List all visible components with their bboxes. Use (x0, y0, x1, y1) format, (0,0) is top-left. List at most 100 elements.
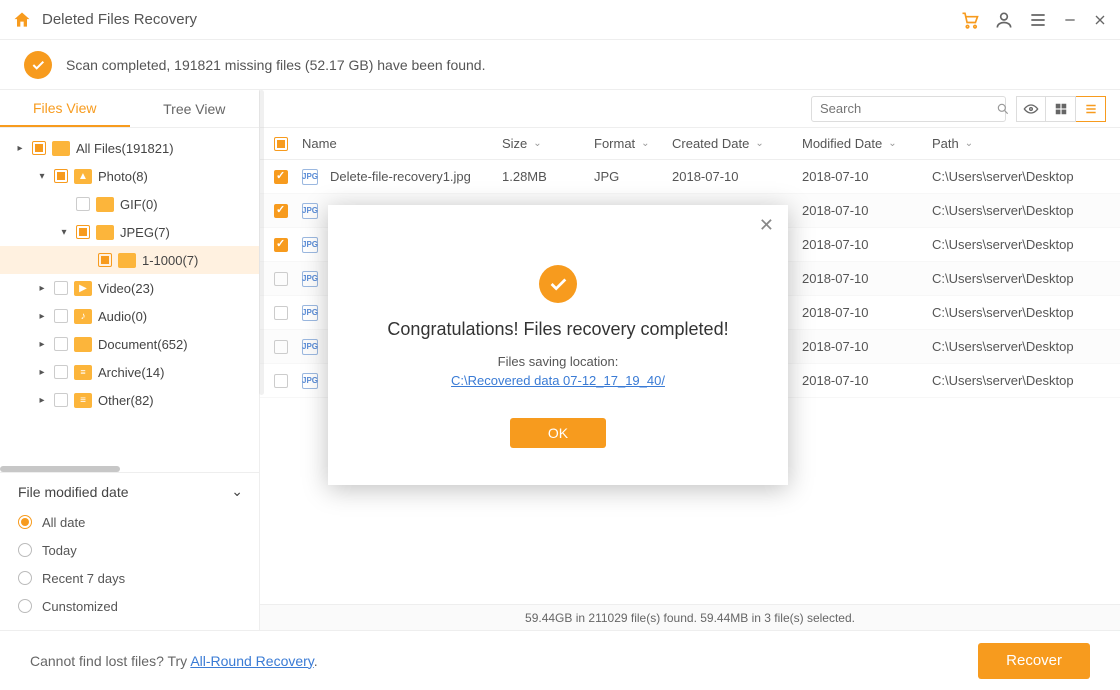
cell-path: C:\Users\server\Desktop (932, 237, 1074, 252)
tree-label: JPEG(7) (120, 225, 170, 240)
row-checkbox[interactable] (274, 272, 288, 286)
select-all-checkbox[interactable] (274, 137, 288, 151)
cell-mdate: 2018-07-10 (802, 373, 869, 388)
chevron-down-icon[interactable]: ⌄ (231, 483, 243, 500)
tree-label: All Files(191821) (76, 141, 174, 156)
radio[interactable] (18, 571, 32, 585)
recover-button[interactable]: Recover (978, 643, 1090, 679)
tree-item[interactable]: ▸≡Archive(14) (0, 358, 259, 386)
sidebar: Files View Tree View ▸ All Files(191821) ▾… (0, 90, 260, 630)
filter-panel: File modified date ⌄ All dateTodayRecent… (0, 472, 259, 630)
tree-item[interactable]: ▾▲Photo(8) (0, 162, 259, 190)
tree-label: Document(652) (98, 337, 188, 352)
col-name[interactable]: Name (302, 136, 337, 151)
row-checkbox[interactable] (274, 374, 288, 388)
col-format[interactable]: Format (594, 136, 635, 151)
filter-option[interactable]: All date (18, 508, 243, 536)
checkbox[interactable] (54, 169, 68, 183)
tree-item[interactable]: ▸▶Video(23) (0, 274, 259, 302)
radio[interactable] (18, 543, 32, 557)
titlebar: Deleted Files Recovery (0, 0, 1120, 40)
status-text: 59.44GB in 211029 file(s) found. 59.44MB… (525, 611, 855, 625)
user-icon[interactable] (994, 10, 1014, 30)
chevron-down-icon[interactable]: ⌄ (965, 138, 973, 149)
cell-mdate: 2018-07-10 (802, 271, 869, 286)
row-checkbox[interactable] (274, 306, 288, 320)
expand-icon[interactable]: ▸ (36, 395, 48, 406)
app-title: Deleted Files Recovery (42, 11, 960, 28)
expand-icon[interactable]: ▸ (36, 339, 48, 350)
row-checkbox[interactable] (274, 238, 288, 252)
radio[interactable] (18, 599, 32, 613)
checkbox[interactable] (76, 197, 90, 211)
col-modified[interactable]: Modified Date (802, 136, 882, 151)
filter-option[interactable]: Recent 7 days (18, 564, 243, 592)
ok-button[interactable]: OK (510, 418, 606, 448)
footer-suffix: . (314, 653, 318, 669)
banner-text: Scan completed, 191821 missing files (52… (66, 57, 485, 73)
scan-banner: Scan completed, 191821 missing files (52… (0, 40, 1120, 90)
chevron-down-icon[interactable]: ⌄ (641, 138, 649, 149)
tree-item[interactable]: ▸ Document(652) (0, 330, 259, 358)
list-view-icon[interactable] (1076, 96, 1106, 122)
filter-option[interactable]: Cunstomized (18, 592, 243, 620)
filter-option[interactable]: Today (18, 536, 243, 564)
minimize-icon[interactable] (1062, 12, 1078, 28)
expand-icon[interactable]: ▸ (36, 367, 48, 378)
cell-cdate: 2018-07-10 (672, 169, 739, 184)
checkbox[interactable] (54, 309, 68, 323)
cell-path: C:\Users\server\Desktop (932, 169, 1074, 184)
chevron-down-icon[interactable]: ⌄ (755, 138, 763, 149)
expand-icon[interactable]: ▸ (36, 311, 48, 322)
col-path[interactable]: Path (932, 136, 959, 151)
tab-files-view[interactable]: Files View (0, 90, 130, 127)
home-icon[interactable] (12, 10, 32, 30)
tree-item[interactable]: 1-1000(7) (0, 246, 259, 274)
search-input[interactable] (820, 101, 996, 116)
close-icon[interactable] (1092, 12, 1108, 28)
col-created[interactable]: Created Date (672, 136, 749, 151)
row-checkbox[interactable] (274, 340, 288, 354)
doc-icon (74, 337, 92, 352)
chevron-down-icon[interactable]: ⌄ (888, 138, 896, 149)
chevron-down-icon[interactable]: ⌄ (533, 138, 541, 149)
tree-item[interactable]: ▸≡Other(82) (0, 386, 259, 414)
cell-mdate: 2018-07-10 (802, 203, 869, 218)
expand-icon[interactable]: ▾ (36, 171, 48, 182)
menu-icon[interactable] (1028, 10, 1048, 30)
tree-item[interactable]: ▾ JPEG(7) (0, 218, 259, 246)
checkbox[interactable] (54, 393, 68, 407)
close-icon[interactable]: ✕ (759, 215, 774, 236)
tree-item[interactable]: GIF(0) (0, 190, 259, 218)
search-icon[interactable] (996, 102, 1010, 116)
expand-icon[interactable]: ▸ (36, 283, 48, 294)
saving-location-link[interactable]: C:\Recovered data 07-12_17_19_40/ (451, 373, 665, 388)
tree-item[interactable]: ▸ All Files(191821) (0, 134, 259, 162)
checkbox[interactable] (54, 365, 68, 379)
file-tree: ▸ All Files(191821) ▾▲Photo(8)GIF(0) ▾ JPEG(… (0, 128, 259, 462)
tree-item[interactable]: ▸♪Audio(0) (0, 302, 259, 330)
row-checkbox[interactable] (274, 170, 288, 184)
checkbox[interactable] (54, 337, 68, 351)
tree-label: 1-1000(7) (142, 253, 198, 268)
radio[interactable] (18, 515, 32, 529)
checkbox[interactable] (76, 225, 90, 239)
tab-tree-view[interactable]: Tree View (130, 90, 260, 127)
check-icon (24, 51, 52, 79)
checkbox[interactable] (32, 141, 46, 155)
expand-icon[interactable]: ▾ (58, 227, 70, 238)
cell-path: C:\Users\server\Desktop (932, 203, 1074, 218)
search-box[interactable] (811, 96, 1006, 122)
folder-icon (96, 225, 114, 240)
checkbox[interactable] (54, 281, 68, 295)
expand-icon[interactable]: ▸ (14, 143, 26, 154)
all-round-recovery-link[interactable]: All-Round Recovery (190, 653, 313, 669)
col-size[interactable]: Size (502, 136, 527, 151)
footer: Cannot find lost files? Try All-Round Re… (0, 630, 1120, 690)
preview-icon[interactable] (1016, 96, 1046, 122)
grid-view-icon[interactable] (1046, 96, 1076, 122)
row-checkbox[interactable] (274, 204, 288, 218)
checkbox[interactable] (98, 253, 112, 267)
table-row[interactable]: JPGDelete-file-recovery1.jpg1.28MBJPG201… (260, 160, 1120, 194)
cart-icon[interactable] (960, 10, 980, 30)
